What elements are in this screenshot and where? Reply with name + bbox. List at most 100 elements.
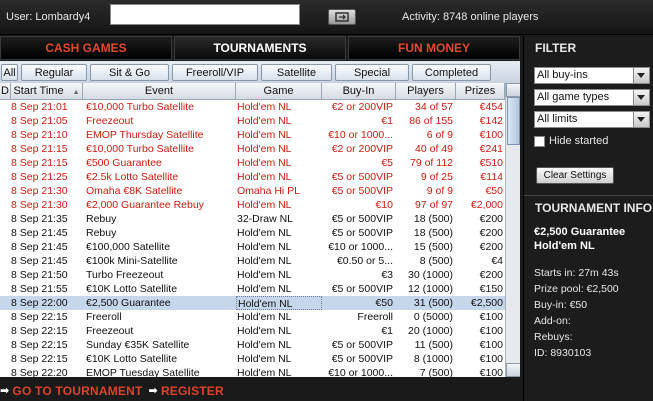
scroll-down-button[interactable] <box>506 363 520 377</box>
table-row[interactable]: 8 Sep 21:01 €10,000 Turbo Satellite Hold'e… <box>0 100 505 114</box>
cell-game: Hold'em NL <box>237 101 292 113</box>
table-row[interactable]: 8 Sep 21:25 €2.5k Lotto Satellite Hold'em … <box>0 170 505 184</box>
cell-event: Omaha €8K Satellite <box>86 185 183 197</box>
cell-prizes: €2,000 <box>470 199 503 211</box>
scroll-thumb[interactable] <box>507 97 520 145</box>
table-header: D Start Time ▲ Event Game Buy-In Players… <box>0 83 505 100</box>
cell-start-time: 8 Sep 21:25 <box>11 171 68 183</box>
table-row[interactable]: 8 Sep 21:05 Freezeout Hold'em NL €1 86 of 15… <box>0 114 505 128</box>
subtab-all[interactable]: All <box>1 63 18 81</box>
cell-d <box>0 268 10 282</box>
table-row[interactable]: 8 Sep 21:45 €100,000 Satellite Hold'em NL €… <box>0 240 505 254</box>
cell-event: €2,000 Guarantee Rebuy <box>86 199 204 211</box>
register-link[interactable]: ➡ REGISTER <box>149 384 224 398</box>
cell-prizes: €200 <box>479 213 503 225</box>
chevron-down-icon <box>633 112 649 127</box>
tournament-details: Starts in: 27m 43s Prize pool: €2,500 Bu… <box>534 265 619 361</box>
table-row[interactable]: 8 Sep 22:15 Sunday €35K Satellite Hold'em … <box>0 338 505 352</box>
top-bar: User: Lombardy4 Activity: 8748 online pl… <box>0 0 653 35</box>
clear-settings-button[interactable]: Clear Settings <box>536 167 614 184</box>
cell-game: Hold'em NL <box>237 255 292 267</box>
chevron-down-icon <box>633 90 649 105</box>
buy-in-select[interactable]: All buy-ins <box>534 67 650 84</box>
limits-select[interactable]: All limits <box>534 111 650 128</box>
tab-cash-games[interactable]: CASH GAMES <box>0 36 172 60</box>
subtab-freeroll-vip[interactable]: Freeroll/VIP <box>172 63 258 81</box>
table-row[interactable]: 8 Sep 21:55 €10K Lotto Satellite Hold'em N… <box>0 282 505 296</box>
scroll-up-button[interactable] <box>506 83 520 97</box>
game-type-select[interactable]: All game types <box>534 89 650 106</box>
table-row[interactable]: 8 Sep 21:50 Turbo Freezeout Hold'em NL €3 30… <box>0 268 505 282</box>
table-row[interactable]: 8 Sep 21:45 €100k Mini-Satellite Hold'em N… <box>0 254 505 268</box>
table-row[interactable]: 8 Sep 22:15 Freezeout Hold'em NL €1 20 (1000… <box>0 324 505 338</box>
subtab-sit-and-go[interactable]: Sit & Go <box>90 63 169 81</box>
go-to-tournament-label: GO TO TOURNAMENT <box>12 383 143 398</box>
hide-started-label: Hide started <box>549 135 609 147</box>
cell-players: 9 of 9 <box>426 185 453 197</box>
table-row[interactable]: 8 Sep 21:10 EMOP Thursday Satellite Hold'e… <box>0 128 505 142</box>
sub-tabs: All Regular Sit & Go Freeroll/VIP Satell… <box>0 61 520 84</box>
cell-buy-in: €5 or 500VIP <box>331 213 393 225</box>
subtab-regular[interactable]: Regular <box>21 63 87 81</box>
tab-fun-money[interactable]: FUN MONEY <box>348 36 520 60</box>
subtab-completed[interactable]: Completed <box>412 63 491 81</box>
right-panel: FILTER All buy-ins All game types All li… <box>523 36 653 401</box>
table-row[interactable]: 8 Sep 22:00 €2,500 Guarantee Hold'em NL €50… <box>0 296 505 310</box>
cell-d <box>0 352 10 366</box>
cell-prizes: €100 <box>479 325 503 337</box>
buy-in-info: Buy-in: €50 <box>534 299 588 311</box>
cell-buy-in: Freeroll <box>357 311 393 323</box>
search-input[interactable] <box>110 4 300 25</box>
col-d[interactable]: D <box>0 83 11 99</box>
table-row[interactable]: 8 Sep 22:15 Freeroll Hold'em NL Freeroll 0 (… <box>0 310 505 324</box>
divider <box>524 195 653 196</box>
col-prizes[interactable]: Prizes <box>456 83 505 99</box>
table-row[interactable]: 8 Sep 21:15 €10,000 Turbo Satellite Hold'e… <box>0 142 505 156</box>
table-row[interactable]: 8 Sep 21:35 Rebuy 32-Draw NL €5 or 500VIP 18… <box>0 212 505 226</box>
cell-game: Hold'em NL <box>237 129 292 141</box>
cell-players: 8 (1000) <box>413 353 453 365</box>
table-row[interactable]: 8 Sep 22:15 €10K Lotto Satellite Hold'em N… <box>0 352 505 366</box>
cell-event: Freeroll <box>86 311 122 323</box>
col-start-time[interactable]: Start Time ▲ <box>11 83 83 99</box>
table-row[interactable]: 8 Sep 21:15 €500 Guarantee Hold'em NL €5 79 … <box>0 156 505 170</box>
refresh-button[interactable] <box>328 9 356 25</box>
col-game[interactable]: Game <box>236 83 322 99</box>
cell-players: 30 (1000) <box>408 269 453 281</box>
cell-game: Hold'em NL <box>237 227 292 239</box>
cell-game: Hold'em NL <box>237 199 292 211</box>
cell-players: 11 (500) <box>414 339 453 351</box>
cell-start-time: 8 Sep 22:15 <box>11 311 68 323</box>
filter-title: FILTER <box>535 41 577 55</box>
col-buy-in[interactable]: Buy-In <box>322 83 396 99</box>
activity-text: Activity: 8748 online players <box>402 11 539 23</box>
cell-game: Omaha Hi PL <box>237 185 301 197</box>
table-row[interactable]: 8 Sep 21:30 Omaha €8K Satellite Omaha Hi P… <box>0 184 505 198</box>
scrollbar[interactable] <box>505 83 520 377</box>
cell-d <box>0 338 10 352</box>
subtab-special[interactable]: Special <box>335 63 409 81</box>
cell-event: EMOP Tuesday Satellite <box>86 367 200 377</box>
cell-buy-in: €5 or 500VIP <box>331 171 393 183</box>
rebuys: Rebuys: <box>534 331 573 343</box>
go-to-tournament-link[interactable]: ➡ GO TO TOURNAMENT <box>0 384 143 398</box>
tab-tournaments[interactable]: TOURNAMENTS <box>174 36 346 60</box>
cell-event: €10,000 Turbo Satellite <box>86 101 194 113</box>
table-row[interactable]: 8 Sep 22:20 EMOP Tuesday Satellite Hold'em… <box>0 366 505 377</box>
table-row[interactable]: 8 Sep 21:45 Rebuy Hold'em NL €5 or 500VIP 18… <box>0 226 505 240</box>
cell-players: 7 (500) <box>419 367 453 377</box>
cell-start-time: 8 Sep 22:20 <box>11 367 68 377</box>
cell-buy-in: €3 <box>381 269 393 281</box>
cell-game: Hold'em NL <box>237 171 292 183</box>
cell-event: Freezeout <box>86 325 134 337</box>
col-players[interactable]: Players <box>396 83 456 99</box>
sort-arrow-icon: ▲ <box>72 89 80 96</box>
table-row[interactable]: 8 Sep 21:30 €2,000 Guarantee Rebuy Hold'em… <box>0 198 505 212</box>
hide-started-checkbox[interactable] <box>534 135 545 147</box>
subtab-satellite[interactable]: Satellite <box>261 63 332 81</box>
hide-started-row: Hide started <box>534 135 608 147</box>
col-event[interactable]: Event <box>83 83 236 99</box>
cell-start-time: 8 Sep 21:45 <box>11 227 68 239</box>
cell-buy-in: €5 or 500VIP <box>331 227 393 239</box>
cell-event: EMOP Thursday Satellite <box>86 129 204 141</box>
